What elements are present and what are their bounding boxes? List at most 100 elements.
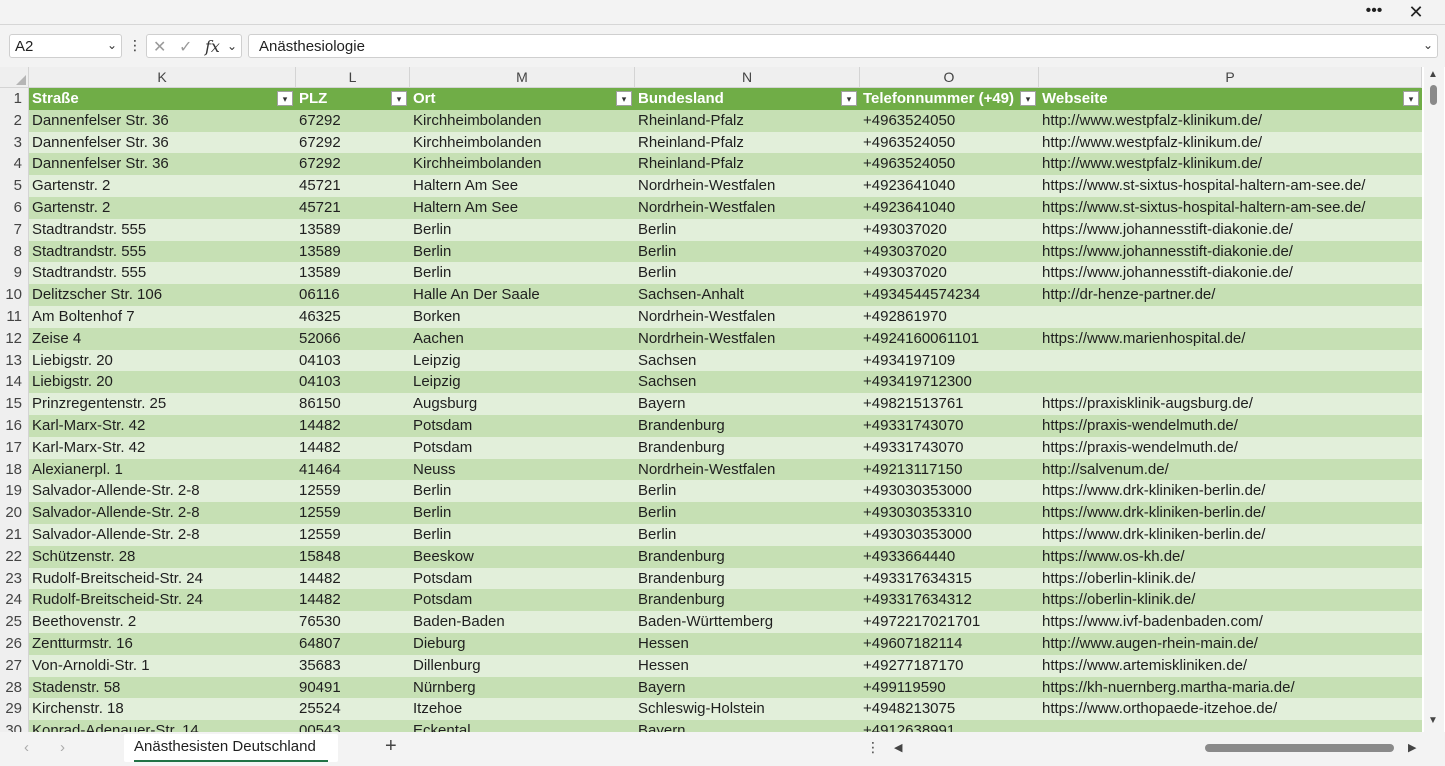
table-header-cell[interactable]: Telefonnummer (+49) [860, 88, 1019, 110]
table-cell[interactable]: 45721 [296, 197, 410, 219]
table-cell[interactable]: Karl-Marx-Str. 42 [29, 437, 296, 459]
table-cell[interactable]: Hessen [635, 655, 860, 677]
table-cell[interactable]: Itzehoe [410, 698, 635, 720]
row-header[interactable]: 14 [0, 371, 29, 394]
column-header-l[interactable]: L [296, 67, 410, 88]
vertical-dots-icon[interactable]: ⋮ [128, 37, 142, 54]
table-cell[interactable]: Salvador-Allende-Str. 2-8 [29, 502, 296, 524]
table-cell[interactable]: Berlin [635, 502, 860, 524]
cancel-icon[interactable]: ✕ [153, 37, 166, 57]
filter-dropdown-icon[interactable]: ▾ [841, 91, 857, 106]
table-cell[interactable]: Kirchheimbolanden [410, 153, 635, 175]
row-header[interactable]: 15 [0, 393, 29, 415]
filter-dropdown-icon[interactable]: ▾ [1020, 91, 1036, 106]
row-header[interactable]: 23 [0, 567, 29, 590]
table-cell[interactable]: +4948213075 [860, 698, 1039, 720]
table-cell[interactable]: Von-Arnoldi-Str. 1 [29, 655, 296, 677]
table-cell[interactable]: http://www.westpfalz-klinikum.de/ [1039, 153, 1422, 175]
table-cell[interactable]: Zeise 4 [29, 328, 296, 350]
table-cell[interactable]: Potsdam [410, 437, 635, 459]
table-cell[interactable]: +493037020 [860, 219, 1039, 241]
table-cell[interactable]: 90491 [296, 677, 410, 699]
table-cell[interactable]: Berlin [635, 241, 860, 263]
table-cell[interactable]: 25524 [296, 698, 410, 720]
row-header[interactable]: 4 [0, 153, 29, 176]
table-cell[interactable]: 46325 [296, 306, 410, 328]
table-cell[interactable]: 14482 [296, 568, 410, 590]
table-cell[interactable]: +4933664440 [860, 546, 1039, 568]
table-cell[interactable]: http://salvenum.de/ [1039, 459, 1422, 481]
table-cell[interactable]: Kirchheimbolanden [410, 132, 635, 154]
table-cell[interactable]: Nordrhein-Westfalen [635, 328, 860, 350]
table-cell[interactable]: https://praxis-wendelmuth.de/ [1039, 415, 1422, 437]
scroll-left-icon[interactable]: ◀ [894, 741, 902, 754]
table-cell[interactable]: Baden-Württemberg [635, 611, 860, 633]
table-cell[interactable]: +4934197109 [860, 350, 1039, 372]
table-cell[interactable]: Prinzregentenstr. 25 [29, 393, 296, 415]
table-cell[interactable]: https://www.orthopaede-itzehoe.de/ [1039, 698, 1422, 720]
table-cell[interactable]: http://www.westpfalz-klinikum.de/ [1039, 132, 1422, 154]
table-cell[interactable]: Bayern [635, 393, 860, 415]
table-cell[interactable]: +493030353000 [860, 524, 1039, 546]
table-cell[interactable]: Kirchheimbolanden [410, 110, 635, 132]
table-cell[interactable]: +493037020 [860, 241, 1039, 263]
table-cell[interactable]: +4923641040 [860, 197, 1039, 219]
table-cell[interactable]: +499119590 [860, 677, 1039, 699]
table-cell[interactable]: https://www.johannesstift-diakonie.de/ [1039, 219, 1422, 241]
table-cell[interactable]: +49277187170 [860, 655, 1039, 677]
row-header[interactable]: 3 [0, 131, 29, 154]
row-header[interactable]: 10 [0, 284, 29, 306]
table-cell[interactable]: 35683 [296, 655, 410, 677]
table-cell[interactable]: +49213117150 [860, 459, 1039, 481]
table-cell[interactable]: https://www.artemiskliniken.de/ [1039, 655, 1422, 677]
more-options-icon[interactable]: ••• [1362, 2, 1386, 20]
table-cell[interactable]: 06116 [296, 284, 410, 306]
row-header[interactable]: 20 [0, 502, 29, 524]
table-cell[interactable]: Leipzig [410, 371, 635, 393]
table-cell[interactable]: +4963524050 [860, 153, 1039, 175]
table-cell[interactable]: +4963524050 [860, 110, 1039, 132]
table-cell[interactable]: +493317634312 [860, 589, 1039, 611]
next-sheet-icon[interactable]: › [60, 739, 65, 756]
table-cell[interactable]: Am Boltenhof 7 [29, 306, 296, 328]
table-cell[interactable]: Berlin [410, 241, 635, 263]
table-cell[interactable]: +4923641040 [860, 175, 1039, 197]
row-header[interactable]: 6 [0, 196, 29, 219]
table-cell[interactable]: +49821513761 [860, 393, 1039, 415]
scroll-down-icon[interactable]: ▼ [1428, 715, 1438, 726]
chevron-down-icon[interactable]: ⌄ [107, 38, 117, 52]
table-cell[interactable]: 14482 [296, 437, 410, 459]
column-header-o[interactable]: O [860, 67, 1039, 88]
sheet-tab-active[interactable]: Anästhesisten Deutschland [124, 734, 338, 762]
column-header-n[interactable]: N [635, 67, 860, 88]
table-cell[interactable]: https://www.ivf-badenbaden.com/ [1039, 611, 1422, 633]
table-cell[interactable]: Nordrhein-Westfalen [635, 306, 860, 328]
table-cell[interactable]: Nordrhein-Westfalen [635, 175, 860, 197]
table-cell[interactable]: 41464 [296, 459, 410, 481]
row-header[interactable]: 5 [0, 175, 29, 197]
row-header[interactable]: 17 [0, 436, 29, 459]
table-cell[interactable]: Dannenfelser Str. 36 [29, 153, 296, 175]
table-cell[interactable]: Zentturmstr. 16 [29, 633, 296, 655]
row-header[interactable]: 22 [0, 545, 29, 568]
table-cell[interactable]: Beethovenstr. 2 [29, 611, 296, 633]
table-cell[interactable]: +4972217021701 [860, 611, 1039, 633]
expand-formula-icon[interactable]: ⌄ [1423, 38, 1433, 52]
table-cell[interactable] [1039, 350, 1422, 372]
table-cell[interactable]: Berlin [410, 262, 635, 284]
table-cell[interactable]: 14482 [296, 415, 410, 437]
table-cell[interactable]: https://praxis-wendelmuth.de/ [1039, 437, 1422, 459]
table-cell[interactable]: Berlin [635, 524, 860, 546]
table-cell[interactable]: https://www.drk-kliniken-berlin.de/ [1039, 502, 1422, 524]
table-cell[interactable]: Berlin [410, 524, 635, 546]
table-cell[interactable]: Brandenburg [635, 546, 860, 568]
table-cell[interactable]: http://dr-henze-partner.de/ [1039, 284, 1422, 306]
scroll-up-icon[interactable]: ▲ [1428, 69, 1438, 80]
table-cell[interactable]: Stadtrandstr. 555 [29, 241, 296, 263]
table-cell[interactable]: 52066 [296, 328, 410, 350]
row-header[interactable]: 19 [0, 480, 29, 503]
table-cell[interactable]: 13589 [296, 219, 410, 241]
table-cell[interactable]: Berlin [410, 502, 635, 524]
table-cell[interactable]: Nordrhein-Westfalen [635, 459, 860, 481]
table-cell[interactable] [1039, 371, 1422, 393]
